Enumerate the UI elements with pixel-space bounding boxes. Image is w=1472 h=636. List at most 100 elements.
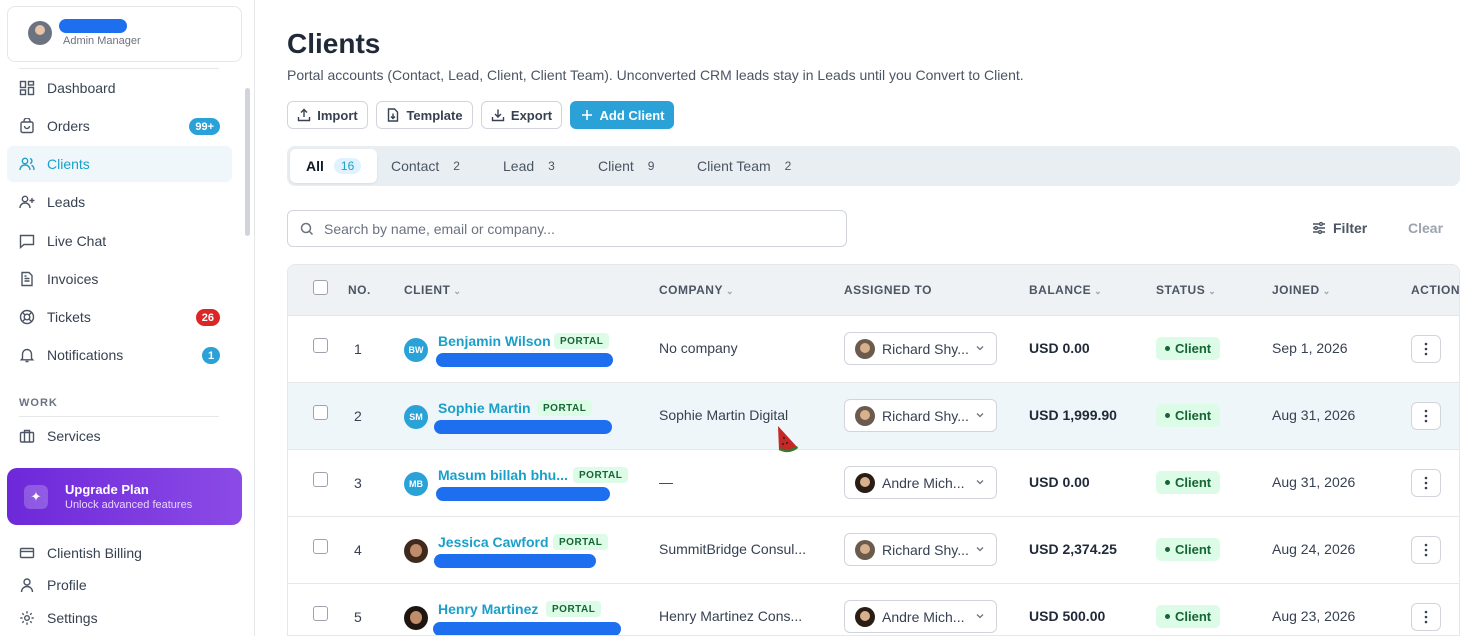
header-label: JOINED (1272, 283, 1320, 297)
nav-label: Live Chat (47, 233, 107, 249)
clear-button[interactable]: Clear (1408, 220, 1443, 236)
sliders-icon (1313, 221, 1325, 235)
row-actions-button[interactable] (1411, 603, 1441, 631)
nav-item-live-chat[interactable]: Live Chat (7, 223, 232, 259)
table-row[interactable]: 5 Henry Martinez PORTAL Henry Martinez C… (288, 584, 1459, 635)
company-name: Henry Martinez Cons... (659, 608, 803, 624)
table-row[interactable]: 4 Jessica Cawford PORTAL SummitBridge Co… (288, 517, 1459, 584)
avatar: BW (404, 338, 428, 362)
add-client-button[interactable]: Add Client (570, 101, 674, 129)
redacted-email (433, 622, 621, 635)
nav-item-leads[interactable]: Leads (7, 184, 232, 220)
filter-button[interactable]: Filter (1312, 220, 1367, 236)
header-action: ACTION (1411, 283, 1460, 297)
assignee-select[interactable]: Richard Shy... (844, 332, 997, 365)
nav-item-orders[interactable]: Orders 99+ (7, 108, 232, 144)
row-checkbox[interactable] (313, 539, 328, 554)
user-card[interactable]: Admin Manager (7, 6, 242, 62)
clients-icon (19, 156, 35, 172)
tab-client-team[interactable]: Client Team 2 (697, 149, 791, 183)
status-dot (1165, 480, 1170, 485)
nav-item-billing[interactable]: Clientish Billing (7, 535, 232, 571)
redacted-user-name (59, 19, 127, 33)
export-button[interactable]: Export (481, 101, 562, 129)
joined-date: Aug 23, 2026 (1272, 608, 1356, 624)
nav-label: Notifications (47, 347, 124, 363)
nav-item-clients[interactable]: Clients (7, 146, 232, 182)
assignee-name: Richard Shy... (882, 541, 969, 558)
row-number: 5 (354, 609, 362, 625)
header-joined[interactable]: JOINED ⌄ (1272, 283, 1331, 297)
sparkle-icon: ✦ (24, 485, 48, 509)
tab-all[interactable]: All 16 (290, 149, 378, 183)
row-checkbox[interactable] (313, 606, 328, 621)
sidebar-scrollbar[interactable] (245, 88, 250, 236)
header-assigned: ASSIGNED TO (844, 283, 932, 297)
header-client[interactable]: CLIENT ⌄ (404, 283, 461, 297)
template-button[interactable]: Template (376, 101, 473, 129)
table-row[interactable]: 3 MB Masum billah bhu... PORTAL — Andre … (288, 450, 1459, 517)
invoice-icon (19, 271, 35, 287)
tab-count: 3 (548, 159, 555, 173)
assignee-name: Andre Mich... (882, 474, 965, 491)
more-vertical-icon (1424, 342, 1428, 356)
billing-icon (19, 545, 35, 561)
nav-item-invoices[interactable]: Invoices (7, 261, 232, 297)
client-name-link[interactable]: Jessica Cawford (438, 534, 549, 550)
select-all-checkbox[interactable] (313, 280, 328, 295)
nav-item-notifications[interactable]: Notifications 1 (7, 337, 232, 373)
client-name-link[interactable]: Benjamin Wilson (438, 333, 551, 349)
row-actions-button[interactable] (1411, 536, 1441, 564)
nav-item-tickets[interactable]: Tickets 26 (7, 299, 232, 335)
assignee-select[interactable]: Richard Shy... (844, 533, 997, 566)
add-client-label: Add Client (599, 107, 665, 123)
row-actions-button[interactable] (1411, 335, 1441, 363)
joined-date: Aug 31, 2026 (1272, 474, 1356, 490)
tickets-icon (19, 309, 35, 325)
status-label: Client (1175, 609, 1212, 624)
nav-item-dashboard[interactable]: Dashboard (7, 70, 232, 106)
assignee-select[interactable]: Andre Mich... (844, 600, 997, 633)
client-name-link[interactable]: Masum billah bhu... (438, 467, 568, 483)
tab-contact[interactable]: Contact 2 (391, 149, 460, 183)
tab-lead[interactable]: Lead 3 (503, 149, 555, 183)
avatar (28, 21, 52, 45)
table-row[interactable]: 2 SM Sophie Martin PORTAL Sophie Martin … (288, 383, 1459, 450)
client-name-link[interactable]: Sophie Martin (438, 400, 531, 416)
balance-value: USD 1,999.90 (1029, 407, 1117, 423)
row-actions-button[interactable] (1411, 402, 1441, 430)
upgrade-title: Upgrade Plan (65, 482, 149, 497)
search-icon (300, 222, 314, 235)
header-status[interactable]: STATUS ⌄ (1156, 283, 1216, 297)
row-checkbox[interactable] (313, 472, 328, 487)
header-balance[interactable]: BALANCE ⌄ (1029, 283, 1102, 297)
import-button[interactable]: Import (287, 101, 368, 129)
tab-label: Lead (503, 158, 535, 174)
search-input[interactable] (324, 220, 804, 237)
tab-count: 2 (784, 159, 792, 173)
watermelon-cursor-icon (778, 426, 798, 453)
company-name: Sophie Martin Digital (659, 407, 789, 423)
row-number: 3 (354, 475, 362, 491)
sidebar: Admin Manager Dashboard Orders 99+ Clien… (0, 0, 255, 636)
row-checkbox[interactable] (313, 405, 328, 420)
row-actions-button[interactable] (1411, 469, 1441, 497)
upgrade-plan-card[interactable]: ✦ Upgrade Plan Unlock advanced features (7, 468, 242, 525)
status-badge: Client (1156, 337, 1221, 360)
nav-item-services[interactable]: Services (7, 418, 232, 454)
nav-item-profile[interactable]: Profile (7, 567, 232, 603)
portal-badge: PORTAL (553, 534, 609, 550)
assignee-select[interactable]: Richard Shy... (844, 399, 997, 432)
avatar (855, 539, 875, 560)
header-company[interactable]: COMPANY ⌄ (659, 283, 734, 297)
page-title: Clients (287, 28, 381, 59)
nav-item-settings[interactable]: Settings (7, 600, 232, 636)
redacted-email (436, 487, 610, 501)
row-checkbox[interactable] (313, 338, 328, 353)
table-row[interactable]: 1 BW Benjamin Wilson PORTAL No company R… (288, 316, 1459, 383)
status-badge: Client (1156, 538, 1221, 561)
client-name-link[interactable]: Henry Martinez (438, 601, 538, 617)
divider (19, 68, 219, 69)
tab-client[interactable]: Client 9 (598, 149, 654, 183)
assignee-select[interactable]: Andre Mich... (844, 466, 997, 499)
